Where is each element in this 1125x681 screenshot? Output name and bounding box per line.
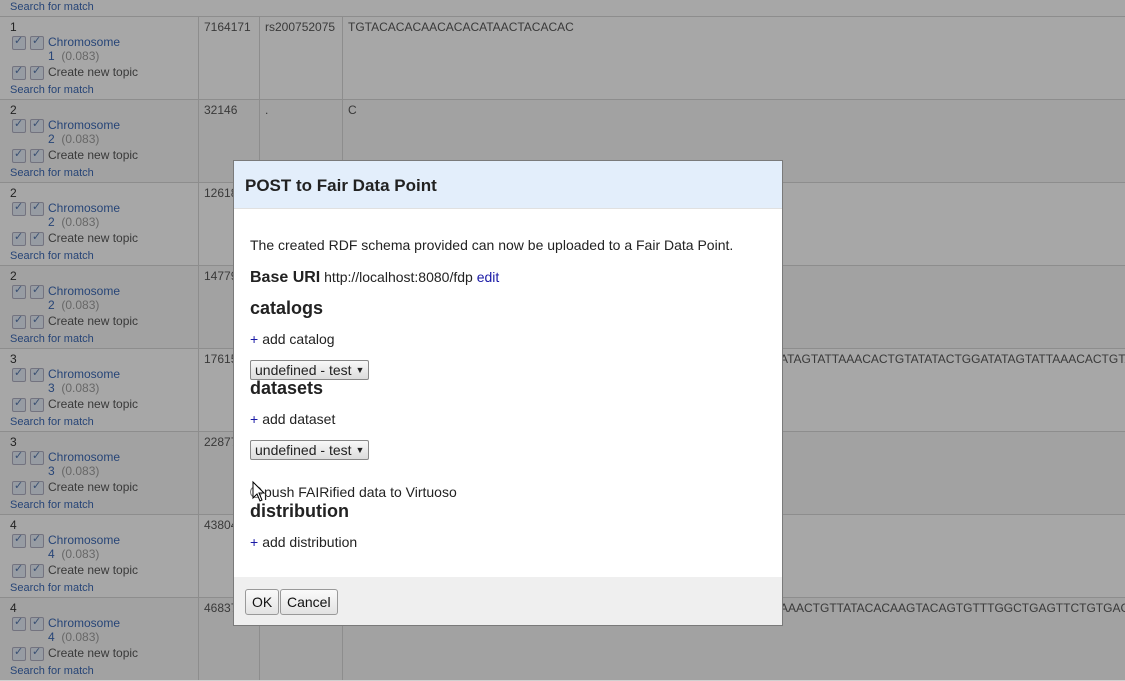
chevron-down-icon: ▼ — [355, 445, 365, 455]
base-uri-value: http://localhost:8080/fdp — [324, 269, 473, 285]
base-uri-label: Base URI — [250, 269, 321, 286]
add-dataset-label: add dataset — [262, 411, 336, 427]
fdp-dialog: POST to Fair Data Point The created RDF … — [233, 160, 783, 626]
add-dataset-link[interactable]: + add dataset — [250, 411, 335, 427]
cancel-button[interactable]: Cancel — [280, 589, 338, 615]
catalogs-heading: catalogs — [250, 298, 324, 318]
dialog-title: POST to Fair Data Point — [245, 176, 437, 195]
plus-icon: + — [250, 534, 259, 550]
dataset-select-value: undefined - test — [255, 442, 352, 458]
add-catalog-label: add catalog — [262, 331, 335, 347]
dialog-header: POST to Fair Data Point — [234, 161, 782, 209]
chevron-down-icon: ▼ — [355, 365, 365, 375]
push-virtuoso-row[interactable]: push FAIRified data to Virtuoso — [250, 484, 457, 500]
dialog-footer: OK Cancel — [234, 577, 782, 625]
push-virtuoso-label: push FAIRified data to Virtuoso — [264, 484, 457, 500]
plus-icon: + — [250, 331, 259, 347]
add-catalog-link[interactable]: + add catalog — [250, 331, 335, 347]
datasets-heading: datasets — [250, 378, 324, 398]
dialog-intro-text: The created RDF schema provided can now … — [250, 237, 734, 253]
catalog-select[interactable]: undefined - test ▼ — [250, 360, 370, 380]
add-distribution-label: add distribution — [262, 534, 358, 550]
edit-base-uri-link[interactable]: edit — [477, 269, 500, 285]
dataset-select[interactable]: undefined - test ▼ — [250, 440, 370, 460]
add-distribution-link[interactable]: + add distribution — [250, 534, 357, 550]
plus-icon: + — [250, 411, 259, 427]
base-uri-row: Base URI http://localhost:8080/fdp edit — [250, 269, 499, 287]
mouse-cursor-icon — [252, 480, 266, 502]
ok-button[interactable]: OK — [245, 589, 280, 615]
catalog-select-value: undefined - test — [255, 362, 352, 378]
distribution-heading: distribution — [250, 501, 349, 521]
